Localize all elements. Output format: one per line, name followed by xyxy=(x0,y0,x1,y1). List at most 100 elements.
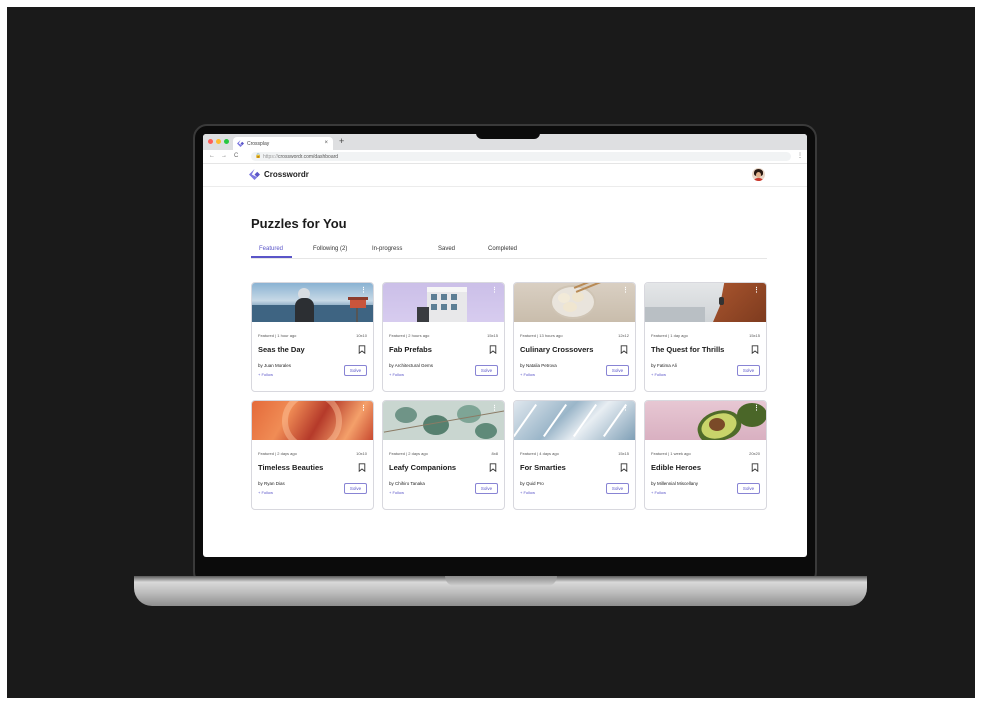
more-options-icon[interactable]: ⋮ xyxy=(753,286,760,294)
logo[interactable]: Crosswordr xyxy=(249,169,309,180)
page-title: Puzzles for You xyxy=(251,216,347,231)
puzzle-card[interactable]: ⋮ Featured | 2 days ago 10x10 Timeless B… xyxy=(251,400,374,510)
solve-button[interactable]: Solve xyxy=(737,483,760,494)
follow-link[interactable]: + Follow xyxy=(651,490,666,495)
browser-tab[interactable]: Crossplay × xyxy=(233,137,333,150)
bookmark-icon[interactable] xyxy=(489,345,497,354)
follow-link[interactable]: + Follow xyxy=(389,490,404,495)
bookmark-icon[interactable] xyxy=(489,463,497,472)
tab-following[interactable]: Following (2) xyxy=(313,246,347,252)
more-options-icon[interactable]: ⋮ xyxy=(491,286,498,294)
solve-button[interactable]: Solve xyxy=(344,483,367,494)
solve-button[interactable]: Solve xyxy=(475,365,498,376)
url-scheme: https:// xyxy=(263,153,279,160)
laptop-screen: Crossplay × + ← → C 🔒 https:// crossword… xyxy=(203,134,807,557)
puzzle-card[interactable]: ⋮ Featured | 2 days ago 8x8 Leafy Compan… xyxy=(382,400,505,510)
new-tab-icon[interactable]: + xyxy=(339,136,344,146)
bookmark-icon[interactable] xyxy=(358,345,366,354)
laptop-thumb-groove xyxy=(445,576,557,586)
bookmark-icon[interactable] xyxy=(620,463,628,472)
laptop-lid: Crossplay × + ← → C 🔒 https:// crossword… xyxy=(193,124,817,586)
solve-button[interactable]: Solve xyxy=(737,365,760,376)
tab-saved[interactable]: Saved xyxy=(438,246,455,252)
puzzle-card[interactable]: ⋮ Featured | 1 day ago 15x15 The Quest f… xyxy=(644,282,767,392)
puzzle-card[interactable]: ⋮ Featured | 1 week ago 20x20 Edible Her… xyxy=(644,400,767,510)
puzzle-card[interactable]: ⋮ Featured | 1 hour ago 10x10 Seas the D… xyxy=(251,282,374,392)
reload-icon[interactable]: C xyxy=(234,153,238,159)
puzzle-card[interactable]: ⋮ Featured | 4 days ago 15x15 For Smarti… xyxy=(513,400,636,510)
puzzle-meta: Featured | 4 days ago xyxy=(520,451,559,456)
bookmark-icon[interactable] xyxy=(358,463,366,472)
puzzle-thumbnail: ⋮ xyxy=(383,283,504,322)
follow-link[interactable]: + Follow xyxy=(258,372,273,377)
crosswordr-logo-icon xyxy=(249,169,260,180)
app-header: Crosswordr xyxy=(203,164,807,187)
puzzle-meta: Featured | 13 hours ago xyxy=(520,333,563,338)
puzzle-card[interactable]: ⋮ Featured | 13 hours ago 12x12 Culinary… xyxy=(513,282,636,392)
follow-link[interactable]: + Follow xyxy=(651,372,666,377)
puzzle-thumbnail: ⋮ xyxy=(645,283,766,322)
logo-text: Crosswordr xyxy=(264,170,309,179)
puzzle-size: 10x10 xyxy=(356,451,367,456)
browser-menu-icon[interactable]: ⋮ xyxy=(797,152,803,159)
puzzle-author: by Chihiro Tanaka xyxy=(389,481,425,486)
puzzle-author: by Natalia Petrova xyxy=(520,363,557,368)
user-avatar[interactable] xyxy=(752,168,765,181)
puzzle-author: by Juan Morales xyxy=(258,363,292,368)
tab-completed[interactable]: Completed xyxy=(488,246,517,252)
window-controls xyxy=(208,139,229,144)
follow-link[interactable]: + Follow xyxy=(389,372,404,377)
puzzle-title[interactable]: Edible Heroes xyxy=(651,463,701,472)
solve-button[interactable]: Solve xyxy=(475,483,498,494)
solve-button[interactable]: Solve xyxy=(606,365,629,376)
minimize-window-button[interactable] xyxy=(216,139,221,144)
puzzle-card[interactable]: ⋮ Featured | 2 hours ago 15x15 Fab Prefa… xyxy=(382,282,505,392)
puzzle-title[interactable]: For Smarties xyxy=(520,463,566,472)
url-text: crosswordr.com/dashboard xyxy=(278,153,339,160)
active-tab-indicator xyxy=(251,256,292,258)
puzzle-size: 15x15 xyxy=(749,333,760,338)
puzzle-author: by Millennial Miscellany xyxy=(651,481,699,486)
puzzle-thumbnail: ⋮ xyxy=(383,401,504,440)
forward-icon[interactable]: → xyxy=(221,153,227,159)
close-window-button[interactable] xyxy=(208,139,213,144)
puzzle-title[interactable]: Seas the Day xyxy=(258,345,305,354)
url-field[interactable]: 🔒 https:// crosswordr.com/dashboard xyxy=(251,152,791,161)
more-options-icon[interactable]: ⋮ xyxy=(622,286,629,294)
bookmark-icon[interactable] xyxy=(751,463,759,472)
puzzle-meta: Featured | 2 days ago xyxy=(389,451,428,456)
background: Crossplay × + ← → C 🔒 https:// crossword… xyxy=(7,7,975,698)
tab-in-progress[interactable]: In-progress xyxy=(372,246,402,252)
follow-link[interactable]: + Follow xyxy=(520,490,535,495)
puzzle-meta: Featured | 2 hours ago xyxy=(389,333,430,338)
more-options-icon[interactable]: ⋮ xyxy=(622,404,629,412)
close-tab-icon[interactable]: × xyxy=(324,140,328,146)
puzzle-size: 15x15 xyxy=(487,333,498,338)
tab-featured[interactable]: Featured xyxy=(259,246,283,252)
back-icon[interactable]: ← xyxy=(209,153,215,159)
solve-button[interactable]: Solve xyxy=(606,483,629,494)
laptop-base xyxy=(134,576,867,606)
puzzle-title[interactable]: Fab Prefabs xyxy=(389,345,432,354)
more-options-icon[interactable]: ⋮ xyxy=(360,404,367,412)
puzzle-title[interactable]: Timeless Beauties xyxy=(258,463,323,472)
bookmark-icon[interactable] xyxy=(620,345,628,354)
more-options-icon[interactable]: ⋮ xyxy=(360,286,367,294)
puzzle-thumbnail: ⋮ xyxy=(514,401,635,440)
lock-icon: 🔒 xyxy=(255,153,262,159)
solve-button[interactable]: Solve xyxy=(344,365,367,376)
follow-link[interactable]: + Follow xyxy=(520,372,535,377)
puzzle-thumbnail: ⋮ xyxy=(514,283,635,322)
follow-link[interactable]: + Follow xyxy=(258,490,273,495)
maximize-window-button[interactable] xyxy=(224,139,229,144)
puzzle-size: 8x8 xyxy=(491,451,498,456)
more-options-icon[interactable]: ⋮ xyxy=(491,404,498,412)
puzzle-author: by Ryan Dias xyxy=(258,481,285,486)
bookmark-icon[interactable] xyxy=(751,345,759,354)
more-options-icon[interactable]: ⋮ xyxy=(753,404,760,412)
puzzle-title[interactable]: The Quest for Thrills xyxy=(651,345,724,354)
puzzle-title[interactable]: Culinary Crossovers xyxy=(520,345,593,354)
browser-address-row: ← → C 🔒 https:// crosswordr.com/dashboar… xyxy=(203,150,807,164)
browser-tab-title: Crossplay xyxy=(247,140,270,147)
puzzle-title[interactable]: Leafy Companions xyxy=(389,463,456,472)
